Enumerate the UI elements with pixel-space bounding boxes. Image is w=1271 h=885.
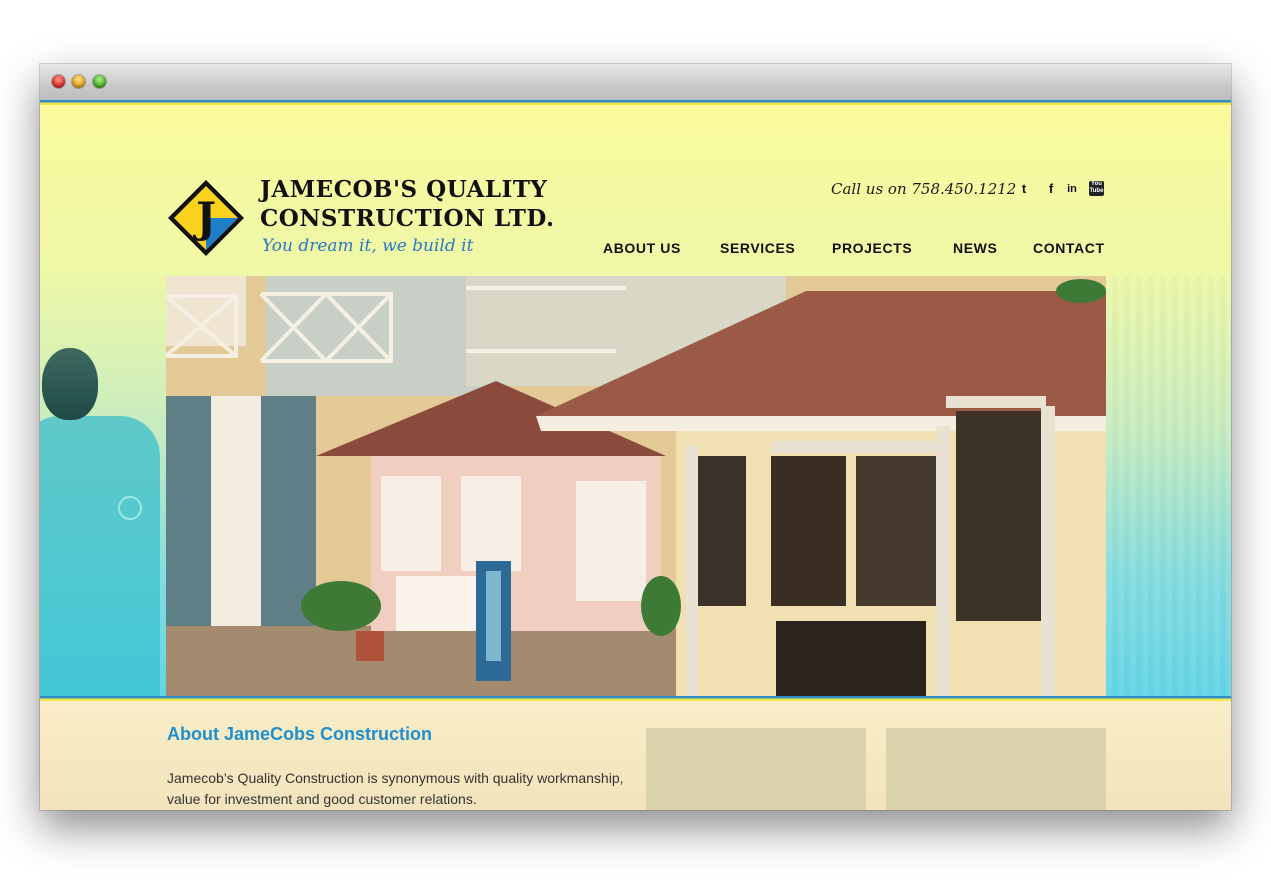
content-placeholder-2	[886, 728, 1106, 810]
close-window-button[interactable]	[52, 75, 65, 88]
facebook-icon[interactable]: f	[1044, 182, 1058, 196]
linkedin-icon[interactable]: in	[1065, 182, 1079, 196]
worker-photo	[40, 346, 166, 696]
brand-tagline: You dream it, we build it	[262, 236, 474, 256]
nav-projects[interactable]: PROJECTS	[832, 240, 912, 256]
youtube-icon[interactable]: You Tube	[1089, 181, 1104, 196]
zoom-window-button[interactable]	[93, 75, 106, 88]
background-stairs-decoration	[1106, 276, 1231, 696]
about-heading: About JameCobs Construction	[167, 724, 433, 744]
nav-contact[interactable]: CONTACT	[1033, 240, 1105, 256]
content-placeholder-1	[646, 728, 866, 810]
hero-project-photo	[166, 276, 1106, 696]
nav-services[interactable]: SERVICES	[720, 240, 795, 256]
minimize-window-button[interactable]	[72, 75, 85, 88]
phone-callout: Call us on 758.450.1212	[831, 180, 1017, 198]
browser-window: J JAMECOB'S QUALITY CONSTRUCTION LTD. Yo…	[40, 64, 1231, 810]
twitter-icon[interactable]: t	[1017, 182, 1031, 196]
nav-about-us[interactable]: ABOUT US	[603, 240, 681, 256]
svg-text:J: J	[192, 193, 216, 242]
brand-name-line-2: CONSTRUCTION LTD.	[260, 205, 555, 232]
about-paragraph: Jamecob’s Quality Construction is synony…	[167, 770, 624, 807]
window-titlebar	[40, 64, 1231, 101]
company-logo[interactable]: J	[166, 178, 246, 258]
nav-news[interactable]: NEWS	[953, 240, 997, 256]
brand-name-line-1: JAMECOB'S QUALITY	[260, 176, 548, 203]
